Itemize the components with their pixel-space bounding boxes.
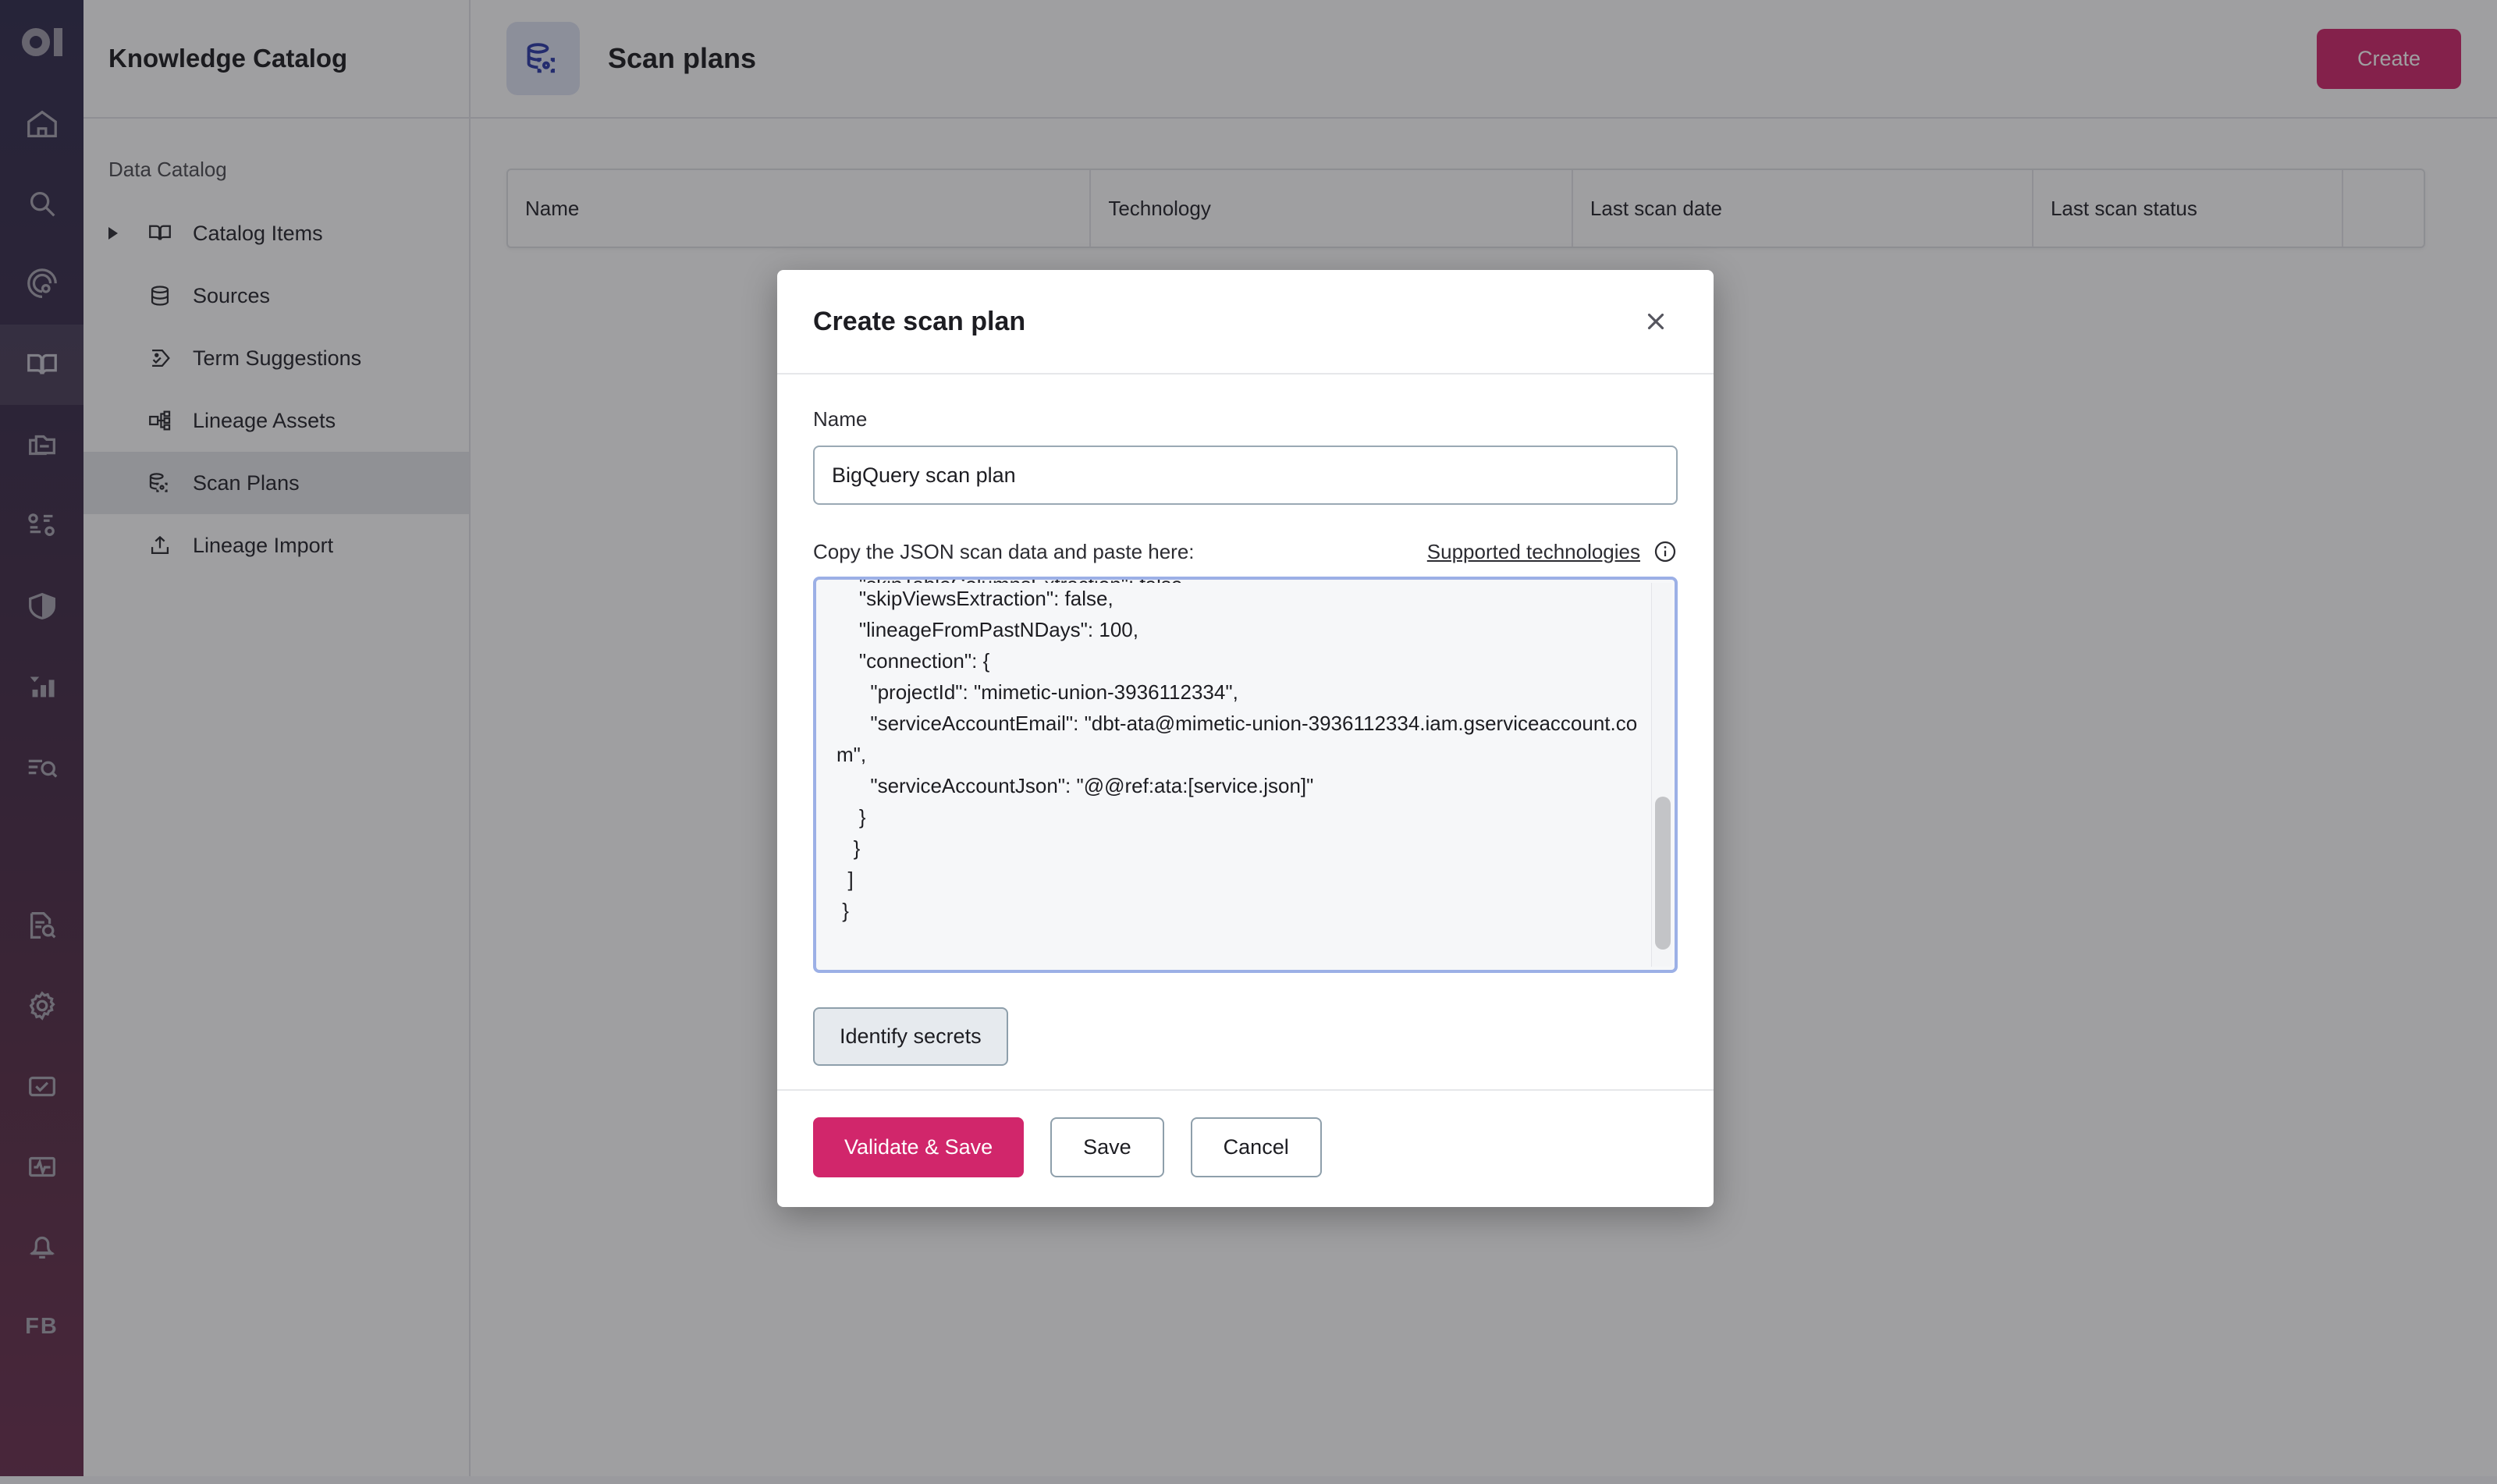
- json-label-row: Copy the JSON scan data and paste here: …: [813, 539, 1678, 564]
- dialog-header: Create scan plan: [777, 270, 1714, 375]
- json-scrollbar-thumb[interactable]: [1655, 797, 1671, 950]
- window-bottom-strip: [0, 1476, 2497, 1484]
- supported-technologies-link[interactable]: Supported technologies: [1427, 540, 1640, 564]
- cancel-button[interactable]: Cancel: [1190, 1117, 1322, 1177]
- identify-secrets-button[interactable]: Identify secrets: [813, 1007, 1008, 1066]
- json-line: "lineageFromPastNDays": 100,: [836, 618, 1138, 641]
- json-line: "projectId": "mimetic-union-3936112334",: [836, 680, 1238, 704]
- dialog-footer: Validate & Save Save Cancel: [777, 1089, 1714, 1207]
- json-line: ]: [836, 868, 854, 891]
- json-line: "serviceAccountEmail": "dbt-ata@mimetic-…: [836, 712, 1638, 766]
- info-icon[interactable]: [1653, 539, 1678, 564]
- close-button[interactable]: [1634, 300, 1678, 343]
- json-field-label: Copy the JSON scan data and paste here:: [813, 539, 1195, 563]
- json-line: }: [836, 805, 866, 829]
- json-textarea-wrapper: "skipTableColumnsExtraction": false, "sk…: [813, 577, 1678, 973]
- app-root: FB Knowledge Catalog Data Catalog Catalo…: [0, 0, 2497, 1484]
- dialog-body: Name Copy the JSON scan data and paste h…: [777, 375, 1714, 1089]
- json-line: "serviceAccountJson": "@@ref:ata:[servic…: [836, 774, 1314, 797]
- json-line: }: [836, 836, 861, 860]
- dialog-title: Create scan plan: [813, 306, 1026, 336]
- save-button[interactable]: Save: [1050, 1117, 1164, 1177]
- json-line: "skipViewsExtraction": false,: [836, 587, 1114, 610]
- close-icon: [1647, 313, 1664, 330]
- json-textarea[interactable]: "skipTableColumnsExtraction": false, "sk…: [816, 580, 1675, 970]
- name-field-label: Name: [813, 407, 868, 431]
- create-scan-plan-dialog: Create scan plan Name Copy the JSON scan…: [777, 270, 1714, 1207]
- json-line: "connection": {: [836, 649, 990, 673]
- name-input[interactable]: [813, 446, 1678, 505]
- json-line: }: [836, 899, 849, 922]
- validate-and-save-button[interactable]: Validate & Save: [813, 1117, 1025, 1177]
